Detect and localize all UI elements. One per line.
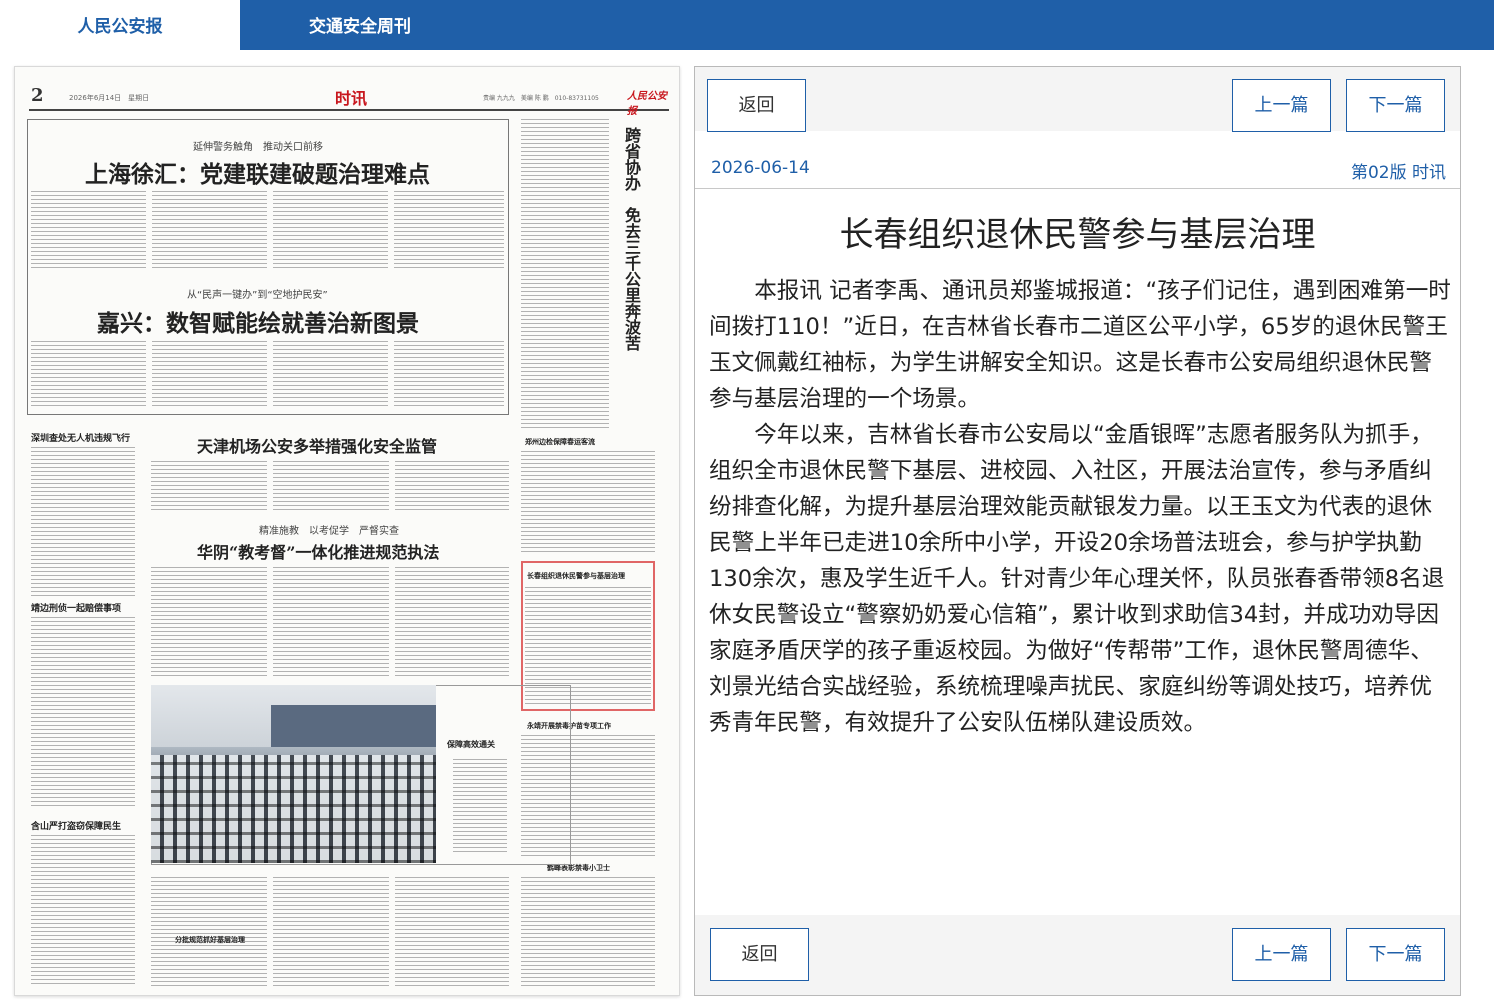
photo-caption-text (453, 759, 507, 855)
page-header: 2 2026年6月14日 星期日 时讯 责编 九九九 美编 陈 鹏 010-83… (29, 85, 669, 117)
article-paragraph: 今年以来，吉林省长春市公安局以“金盾银晖”志愿者服务队为抓手，组织全市退休民警下… (709, 422, 1445, 736)
article-toolbar-bottom: 返回 上一篇 下一篇 (695, 915, 1460, 995)
side-headline[interactable]: 深圳查处无人机违规飞行 (31, 431, 130, 444)
prev-article-button-top[interactable]: 上一篇 (1232, 79, 1331, 132)
back-button-top[interactable]: 返回 (707, 79, 806, 132)
article-body: 本报讯 记者李禹、通讯员郑鉴城报道：“孩子们记住，遇到困难第一时间拨打110！”… (709, 273, 1454, 741)
page-date: 2026年6月14日 星期日 (69, 94, 150, 102)
text-column (31, 835, 135, 985)
article-section-link[interactable]: 第02版 时讯 (1351, 158, 1446, 183)
tab-bar: 人民公安报 交通安全周刊 (0, 0, 1494, 50)
text-column (273, 341, 388, 409)
text-column (521, 119, 609, 429)
next-article-button-bottom[interactable]: 下一篇 (1346, 928, 1445, 981)
text-column (31, 191, 146, 269)
text-column (151, 567, 267, 677)
text-column (151, 461, 267, 513)
story-headline[interactable]: 嘉兴：数智赋能绘就善治新图景 (97, 304, 419, 338)
text-column (394, 191, 504, 269)
side-headline[interactable]: 分批规范抓好基层治理 (175, 935, 245, 945)
text-column (395, 567, 509, 677)
article-panel: 返回 上一篇 下一篇 2026-06-14 第02版 时讯 长春组织退休民警参与… (694, 66, 1461, 996)
photo-ship-hull (271, 705, 436, 747)
article-title: 长春组织退休民警参与基层治理 (839, 215, 1316, 255)
news-photo (151, 685, 436, 863)
text-column (152, 191, 267, 269)
text-column (31, 617, 135, 807)
photo-caption-title: 保障高效通关 (447, 739, 495, 749)
photo-car-rows (151, 755, 436, 863)
tab-renmin-gongan-bao[interactable]: 人民公安报 (0, 0, 240, 50)
text-column (152, 341, 267, 409)
text-column (31, 341, 146, 409)
side-headline[interactable]: 含山严打盗窃保障民生 (31, 819, 121, 832)
story-kicker: 精准施教 以考促学 严督实查 (259, 526, 399, 537)
text-column (273, 567, 389, 677)
text-column (395, 877, 509, 987)
story-headline[interactable]: 华阴“教考督”一体化推进规范执法 (197, 539, 439, 563)
back-button-bottom[interactable]: 返回 (710, 928, 809, 981)
text-column (273, 191, 388, 269)
text-column (273, 877, 389, 987)
text-column (521, 451, 655, 555)
newspaper-page[interactable]: 2 2026年6月14日 星期日 时讯 责编 九九九 美编 陈 鹏 010-83… (14, 66, 680, 996)
text-column (151, 877, 267, 987)
text-column (31, 447, 135, 597)
story-headline[interactable]: 天津机场公安多举措强化安全监管 (197, 433, 437, 457)
newspaper-logo: 人民公安报 (627, 91, 667, 117)
side-headline[interactable]: 郑州边检保障春运客流 (525, 437, 595, 447)
page-number: 2 (31, 85, 44, 106)
article-meta: 2026-06-14 第02版 时讯 (695, 153, 1460, 189)
story-headline[interactable]: 上海徐汇：党建联建破题治理难点 (85, 155, 430, 189)
article-toolbar-top: 返回 上一篇 下一篇 (695, 67, 1460, 132)
article-date: 2026-06-14 (711, 158, 810, 178)
page-editor-line: 责编 九九九 美编 陈 鹏 010-83731105 (483, 95, 599, 102)
prev-article-button-bottom[interactable]: 上一篇 (1232, 928, 1331, 981)
story-kicker: 延伸警务触角 推动关口前移 (193, 142, 323, 153)
tab-jiaotong-anquan-zhoukan[interactable]: 交通安全周刊 (240, 0, 480, 50)
side-headline[interactable]: 靖边刑侦一起赔偿事项 (31, 601, 121, 614)
story-kicker: 从“民声一键办”到“空地护民安” (187, 290, 328, 301)
text-column (394, 341, 504, 409)
page-section: 时讯 (335, 89, 368, 108)
next-article-button-top[interactable]: 下一篇 (1346, 79, 1445, 132)
vertical-headline[interactable]: 跨省协办 免去三千公里奔波苦 (619, 127, 643, 351)
text-column (273, 461, 389, 513)
text-column (395, 461, 509, 513)
text-column (521, 877, 655, 987)
article-paragraph: 本报讯 记者李禹、通讯员郑鉴城报道：“孩子们记住，遇到困难第一时间拨打110！”… (709, 278, 1451, 412)
